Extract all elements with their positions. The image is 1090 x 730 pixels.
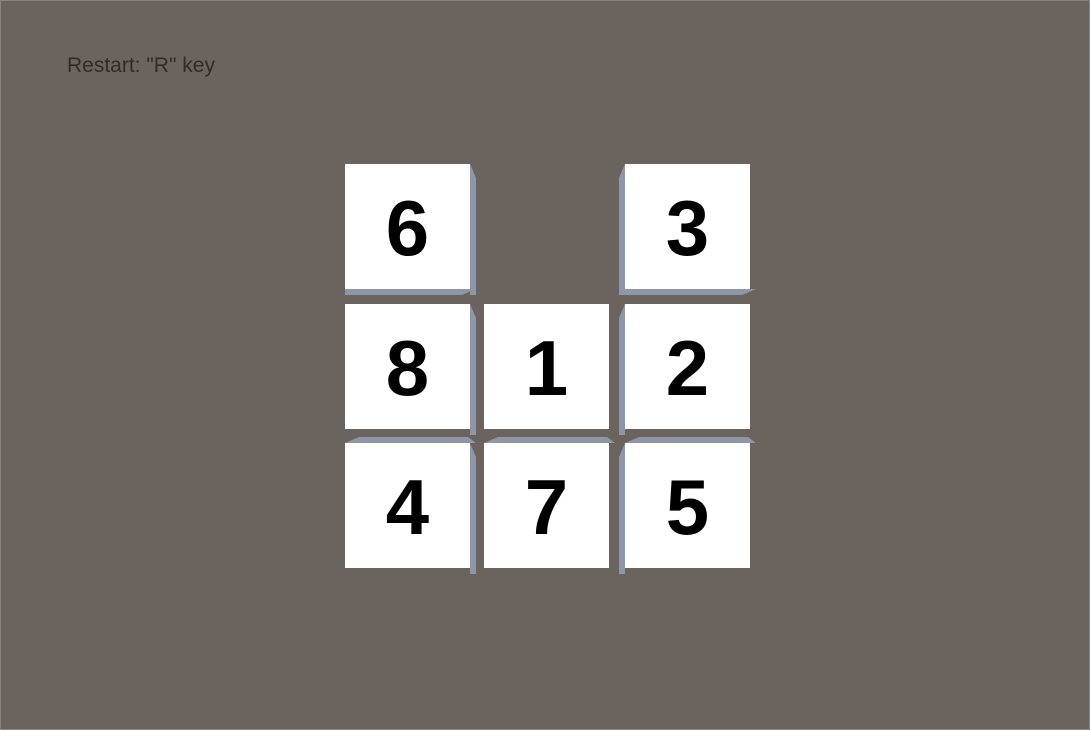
tile-bevel — [625, 289, 756, 295]
tile-number: 2 — [625, 304, 750, 429]
empty-slot — [485, 164, 610, 289]
tile-bevel — [470, 443, 476, 574]
tile-number: 6 — [345, 164, 470, 289]
puzzle-tile-5[interactable]: 5 — [619, 443, 750, 574]
puzzle-tile-8[interactable]: 8 — [345, 304, 476, 435]
restart-hint: Restart: "R" key — [67, 54, 215, 77]
puzzle-tile-2[interactable]: 2 — [619, 304, 750, 435]
puzzle-tile-6[interactable]: 6 — [345, 164, 476, 295]
tile-number: 5 — [625, 443, 750, 568]
tile-bevel — [345, 289, 476, 295]
game-viewport: Restart: "R" key 6 3 812 475 — [0, 0, 1090, 730]
tile-number: 8 — [345, 304, 470, 429]
tile-bevel — [470, 304, 476, 435]
tile-number: 7 — [484, 443, 609, 568]
puzzle-tile-7[interactable]: 7 — [484, 443, 609, 568]
tile-bevel — [470, 164, 476, 295]
puzzle-tile-1[interactable]: 1 — [484, 304, 609, 429]
puzzle-tile-3[interactable]: 3 — [619, 164, 750, 295]
tile-number: 3 — [625, 164, 750, 289]
puzzle-tile-4[interactable]: 4 — [345, 443, 476, 574]
puzzle-board: 6 3 812 475 — [345, 164, 750, 574]
tile-number: 1 — [484, 304, 609, 429]
tile-number: 4 — [345, 443, 470, 568]
